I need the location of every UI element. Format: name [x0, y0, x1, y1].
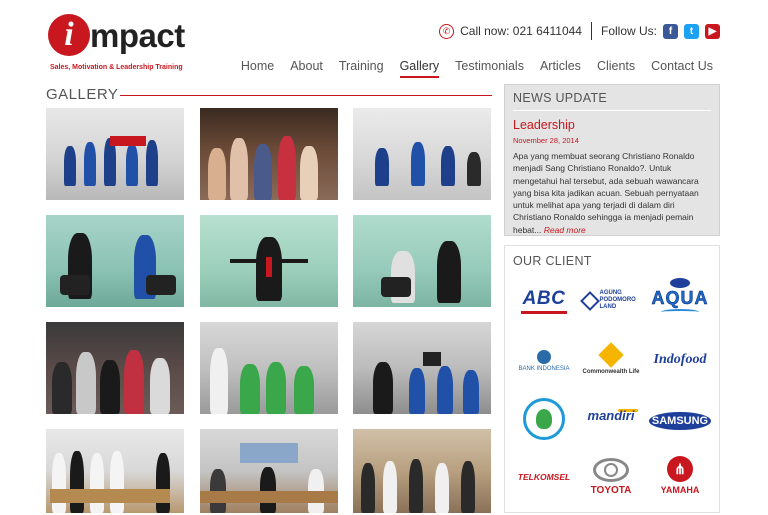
gallery-divider: [120, 95, 492, 96]
client-logo-commonwealth[interactable]: Commonwealth Life: [580, 342, 642, 378]
logo-tagline: Sales, Motivation & Leadership Training: [50, 64, 183, 71]
yamaha-tuning-fork-icon: ⋔: [667, 456, 693, 482]
logo-mark: i: [48, 14, 90, 56]
facebook-icon[interactable]: f: [663, 23, 678, 39]
news-body: Apa yang membuat seorang Christiano Rona…: [513, 150, 711, 236]
news-title: NEWS UPDATE: [513, 91, 711, 111]
logo-word: mpact: [90, 17, 185, 54]
nav-home[interactable]: Home: [233, 58, 282, 78]
client-logo-abc[interactable]: ABC: [513, 288, 575, 320]
nav-training[interactable]: Training: [331, 58, 392, 78]
gallery-photo[interactable]: [200, 215, 338, 307]
wave-icon: [661, 309, 699, 315]
danone-badge-icon: [670, 278, 690, 288]
divider: [590, 22, 592, 40]
client-logo-bank-indonesia[interactable]: BANK INDONESIA: [513, 350, 575, 376]
gallery-photo[interactable]: [200, 322, 338, 414]
phone-number[interactable]: Call now: 021 6411044: [460, 24, 582, 38]
gallery-photo[interactable]: [353, 215, 491, 307]
phone-icon: ✆: [439, 23, 455, 39]
gallery-photo[interactable]: [46, 215, 184, 307]
client-logo-yamaha[interactable]: ⋔ YAMAHA: [649, 456, 711, 500]
nav-testimonials[interactable]: Testimonials: [447, 58, 532, 78]
nav-about[interactable]: About: [282, 58, 331, 78]
gallery-photo[interactable]: [46, 322, 184, 414]
nav-contact-us[interactable]: Contact Us: [643, 58, 721, 78]
nav-gallery[interactable]: Gallery: [392, 58, 448, 78]
gallery-photo[interactable]: [353, 322, 491, 414]
our-client-panel: OUR CLIENT ABC AGUNG PODOMORO LAND AQUA …: [504, 245, 720, 513]
client-logo-telkomsel[interactable]: TELKOMSEL: [513, 472, 575, 490]
commonwealth-diamond-icon: [598, 342, 624, 368]
client-logo-agung-podomoro[interactable]: AGUNG PODOMORO LAND: [579, 290, 642, 316]
client-logo-toyota[interactable]: TOYOTA: [580, 458, 642, 498]
news-headline[interactable]: Leadership: [513, 118, 711, 132]
round-emblem-icon: [523, 398, 565, 440]
clients-title: OUR CLIENT: [513, 254, 592, 268]
client-logo-aqua[interactable]: AQUA: [649, 278, 711, 328]
bi-emblem-icon: [537, 350, 551, 364]
gallery-photo[interactable]: [46, 108, 184, 200]
gallery-title: GALLERY: [46, 86, 119, 103]
toyota-oval-icon: [593, 458, 629, 482]
gallery-photo[interactable]: [200, 108, 338, 200]
youtube-icon[interactable]: ▶: [705, 23, 720, 39]
news-excerpt: Apa yang membuat seorang Christiano Rona…: [513, 151, 699, 235]
client-logo-mandiri[interactable]: mandiri: [580, 408, 642, 430]
news-date: November 28, 2014: [513, 136, 579, 145]
client-logo-samsung[interactable]: SAMSUNG: [649, 412, 711, 434]
gallery-photo[interactable]: [200, 429, 338, 513]
follow-label: Follow Us:: [600, 24, 657, 38]
gallery-photo[interactable]: [353, 108, 491, 200]
client-logo-indofood[interactable]: Indofood: [649, 352, 711, 372]
nav-articles[interactable]: Articles: [532, 58, 589, 78]
news-update-panel: NEWS UPDATE Leadership November 28, 2014…: [504, 84, 720, 236]
agung-mark-icon: [579, 290, 600, 311]
nav-clients[interactable]: Clients: [589, 58, 643, 78]
main-nav: Home About Training Gallery Testimonials…: [233, 58, 721, 78]
gallery-photo[interactable]: [46, 429, 184, 513]
read-more-link[interactable]: Read more: [544, 225, 586, 235]
twitter-icon[interactable]: t: [684, 23, 699, 39]
contact-bar: ✆ Call now: 021 6411044 Follow Us: f t ▶: [439, 22, 720, 40]
gallery-photo[interactable]: [353, 429, 491, 513]
site-logo[interactable]: i mpact Sales, Motivation & Leadership T…: [48, 14, 208, 76]
client-logo-emblem[interactable]: [513, 398, 575, 442]
